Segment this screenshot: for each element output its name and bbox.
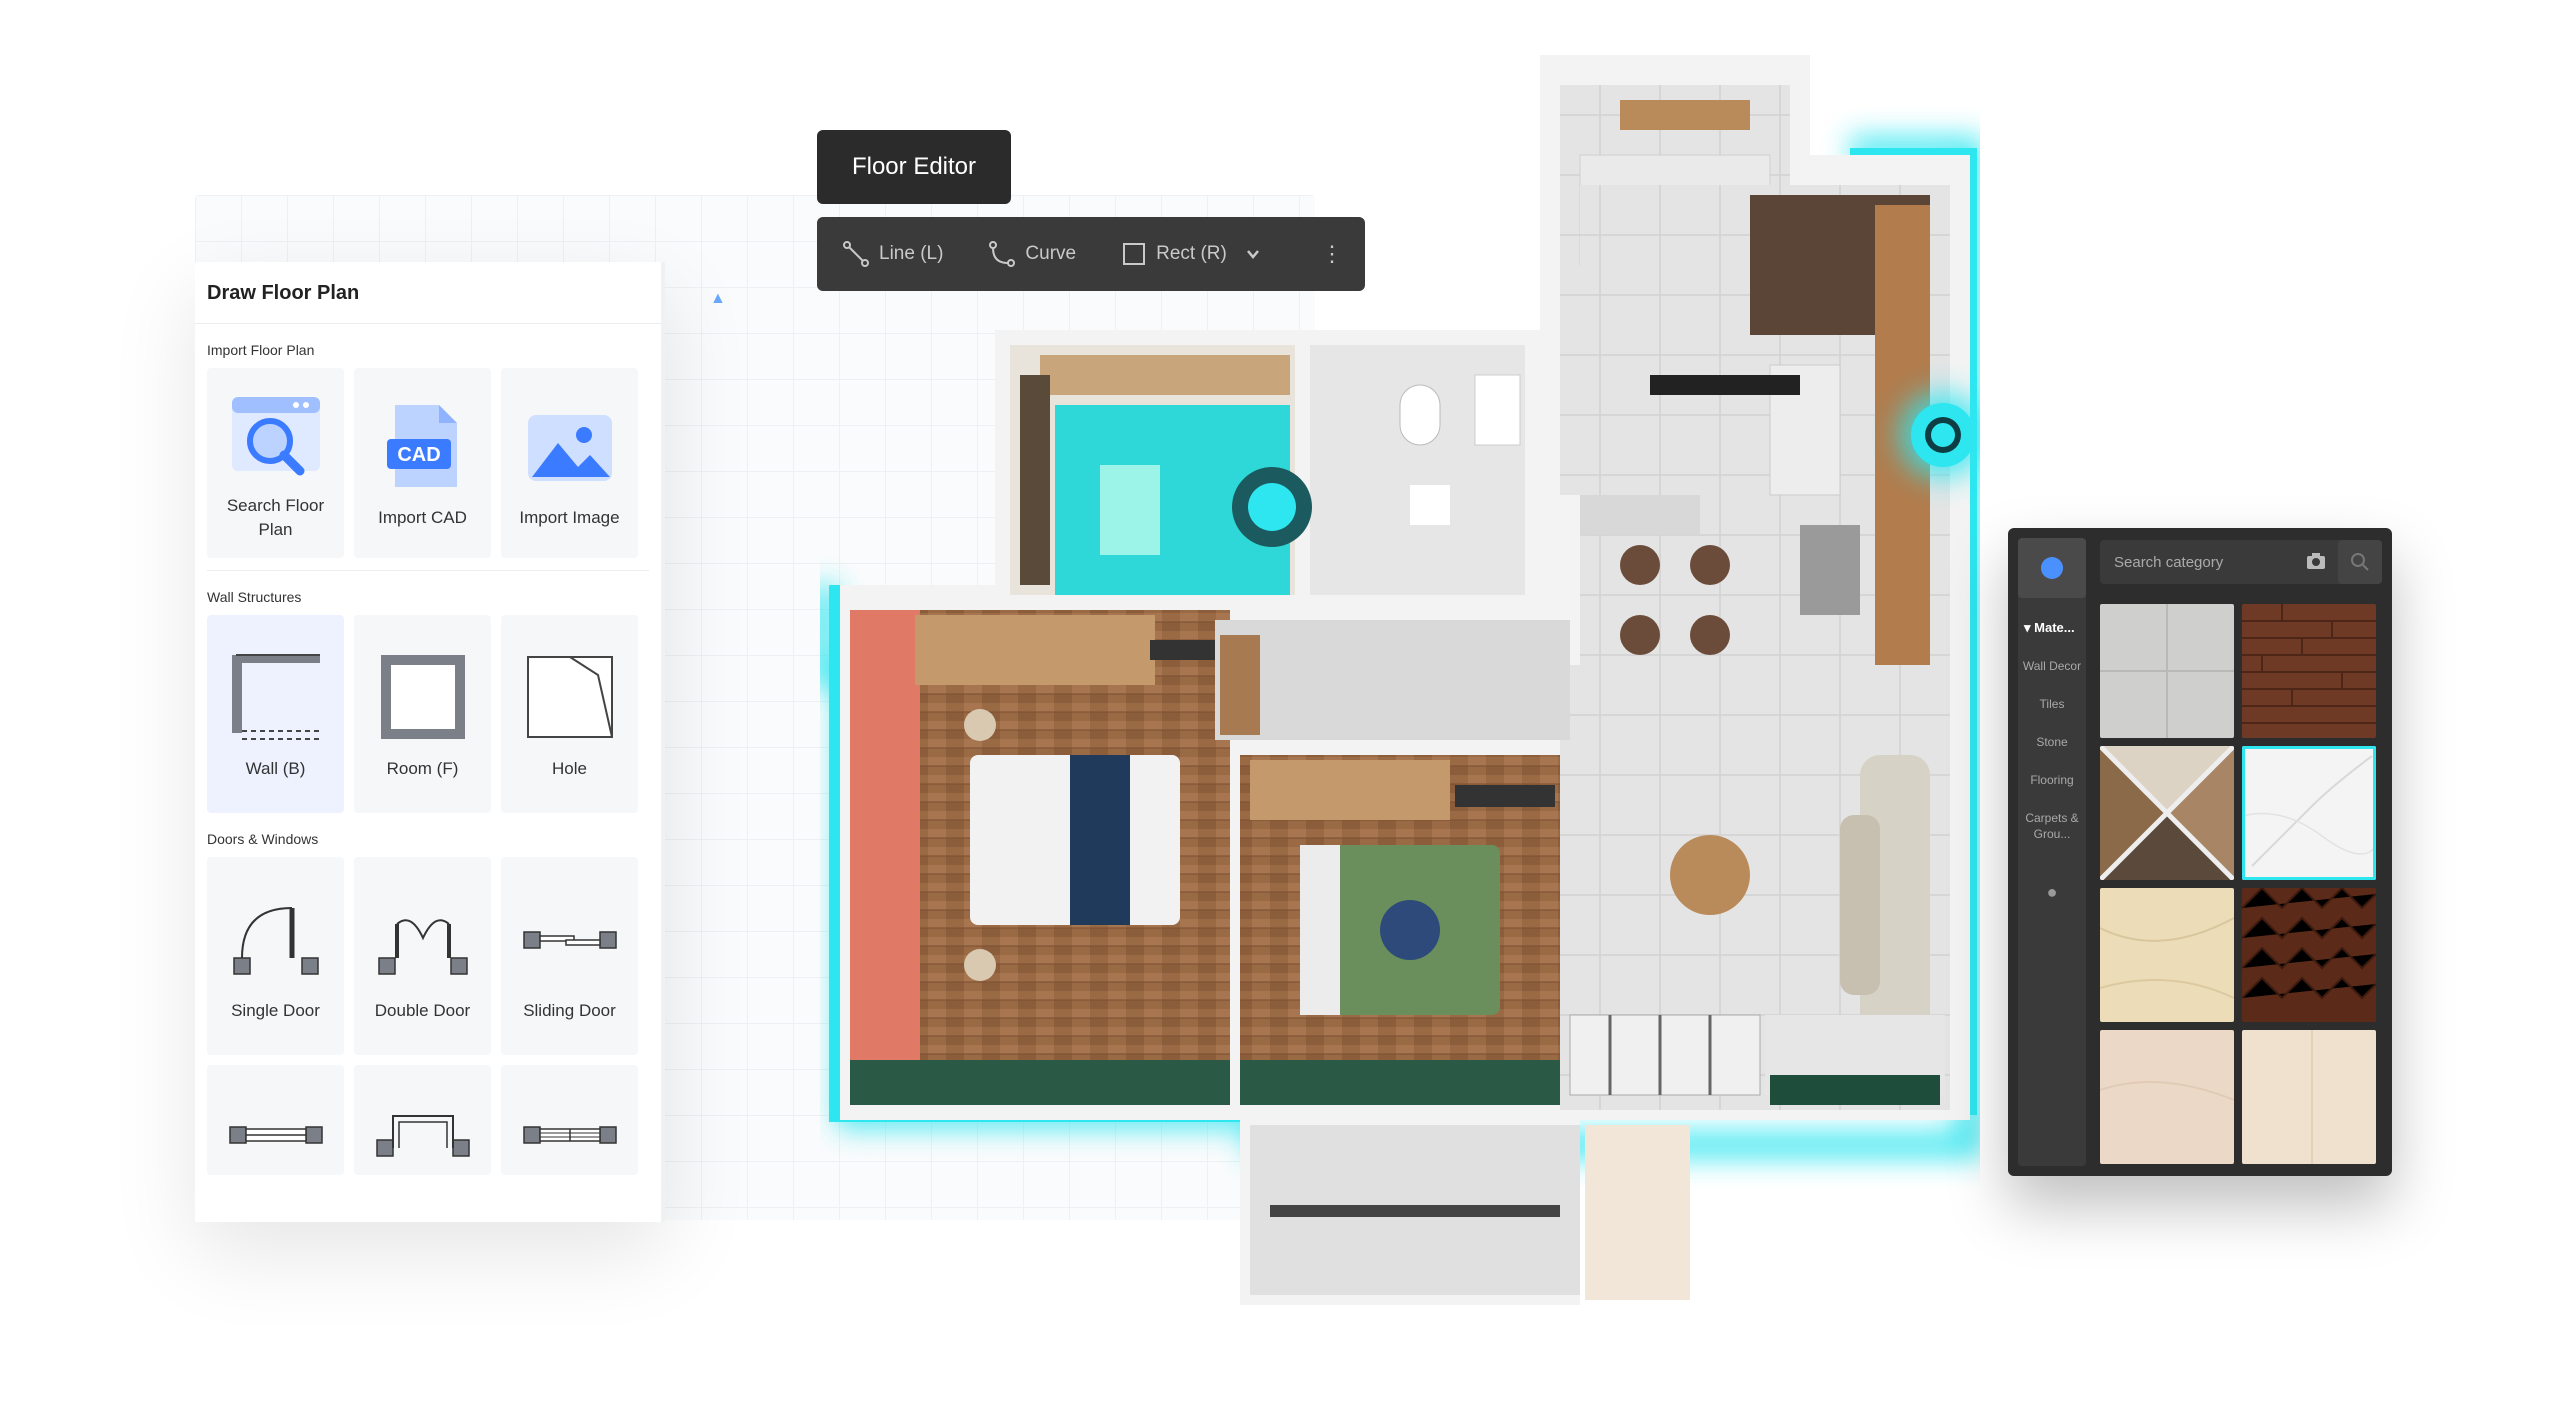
wall-icon xyxy=(226,647,326,747)
import-image-button[interactable]: Import Image xyxy=(501,368,638,558)
double-window-tool-button[interactable] xyxy=(501,1065,638,1175)
window-tool-button[interactable] xyxy=(207,1065,344,1175)
swatch-herringbone-wood[interactable] xyxy=(2242,888,2376,1022)
tile-label: Search Floor Plan xyxy=(226,496,325,539)
floor-editor-toolbar: Line (L) Curve Rect (R) ⋮ xyxy=(817,217,1365,291)
curve-tool-button[interactable]: Curve xyxy=(989,241,1076,267)
double-door-icon xyxy=(373,889,473,989)
search-button[interactable] xyxy=(2338,540,2382,584)
cursor-arrow-icon: ▲ xyxy=(710,290,726,307)
window-icon xyxy=(226,1115,326,1155)
rect-tool-button[interactable]: Rect (R) xyxy=(1122,242,1227,266)
wall-tool-button[interactable]: Wall (B) xyxy=(207,615,344,813)
search-floor-plan-icon xyxy=(226,384,326,484)
door-tiles: Single Door Double Door Sliding Door xyxy=(195,857,661,1175)
line-tool-label: Line (L) xyxy=(879,243,944,264)
bay-window-icon xyxy=(373,1115,473,1157)
search-icon xyxy=(2351,553,2369,571)
swatch-geometric-wood[interactable] xyxy=(2100,746,2234,880)
tile-label: Wall (B) xyxy=(245,759,306,778)
section-title-wall: Wall Structures xyxy=(207,589,302,605)
tile-label: Hole xyxy=(552,759,587,778)
room-icon xyxy=(373,647,473,747)
material-panel: ▾ Mate... Wall Decor Tiles Stone Floorin… xyxy=(2008,528,2392,1176)
swatch-light-stone[interactable] xyxy=(2100,1030,2234,1164)
category-stone[interactable]: Stone xyxy=(2018,734,2086,750)
cad-badge-text: CAD xyxy=(397,444,440,466)
image-icon xyxy=(520,396,620,496)
double-window-icon xyxy=(520,1115,620,1155)
import-tiles: Search Floor Plan CAD Import CAD Import … xyxy=(195,368,661,558)
wall-tiles: Wall (B) Room (F) Hole xyxy=(195,615,661,813)
sliding-door-button[interactable]: Sliding Door xyxy=(501,857,638,1055)
swatch-grey-tile[interactable] xyxy=(2100,604,2234,738)
floor-editor-label: Floor Editor xyxy=(817,130,1011,204)
hole-icon xyxy=(520,647,620,747)
tile-label: Import Image xyxy=(519,508,620,527)
search-floor-plan-button[interactable]: Search Floor Plan xyxy=(207,368,344,558)
tile-label: Sliding Door xyxy=(523,1001,616,1020)
chevron-down-icon[interactable] xyxy=(1245,246,1261,262)
tile-label: Import CAD xyxy=(378,508,467,527)
material-swatch-grid xyxy=(2100,604,2382,1164)
double-door-button[interactable]: Double Door xyxy=(354,857,491,1055)
swatch-beige-marble[interactable] xyxy=(2100,888,2234,1022)
category-flooring[interactable]: Flooring xyxy=(2018,772,2086,788)
hole-tool-button[interactable]: Hole xyxy=(501,615,638,813)
rect-tool-label: Rect (R) xyxy=(1156,243,1227,264)
category-materials-active[interactable]: ▾ Mate... xyxy=(2018,598,2086,636)
panel-title: Draw Floor Plan xyxy=(195,262,661,324)
category-wall-decor[interactable]: Wall Decor xyxy=(2018,658,2086,674)
category-label: Mate... xyxy=(2034,620,2075,635)
line-tool-button[interactable]: Line (L) xyxy=(843,241,943,267)
tile-label: Room (F) xyxy=(386,759,459,778)
more-options-icon[interactable]: ⋮ xyxy=(1321,241,1343,267)
user-icon[interactable]: ● xyxy=(2018,882,2086,903)
catalog-button[interactable] xyxy=(2018,538,2086,598)
category-tiles[interactable]: Tiles xyxy=(2018,696,2086,712)
tile-label: Single Door xyxy=(231,1001,320,1020)
material-category-sidebar: ▾ Mate... Wall Decor Tiles Stone Floorin… xyxy=(2018,538,2086,1166)
cad-file-icon: CAD xyxy=(373,396,473,496)
material-search-input[interactable]: Search category xyxy=(2100,540,2382,584)
bay-window-tool-button[interactable] xyxy=(354,1065,491,1175)
single-door-icon xyxy=(226,889,326,989)
room-tool-button[interactable]: Room (F) xyxy=(354,615,491,813)
category-carpets[interactable]: Carpets & Grou... xyxy=(2018,810,2086,842)
draw-floor-plan-panel: Draw Floor Plan Import Floor Plan Search… xyxy=(195,262,665,1222)
import-cad-button[interactable]: CAD Import CAD xyxy=(354,368,491,558)
search-placeholder: Search category xyxy=(2114,553,2224,571)
curve-tool-label: Curve xyxy=(1025,243,1077,264)
swatch-cream-stone[interactable] xyxy=(2242,1030,2376,1164)
catalog-icon xyxy=(2041,557,2063,579)
swatch-dark-wood[interactable] xyxy=(2242,604,2376,738)
tile-label: Double Door xyxy=(374,1001,471,1020)
camera-icon[interactable] xyxy=(2306,552,2326,570)
swatch-white-marble[interactable] xyxy=(2242,746,2376,880)
line-icon xyxy=(843,241,869,267)
rect-icon xyxy=(1123,243,1146,265)
curve-icon xyxy=(989,241,1016,267)
section-title-import: Import Floor Plan xyxy=(207,342,315,358)
single-door-button[interactable]: Single Door xyxy=(207,857,344,1055)
sliding-door-icon xyxy=(520,889,620,989)
section-title-doors: Doors & Windows xyxy=(207,831,319,847)
